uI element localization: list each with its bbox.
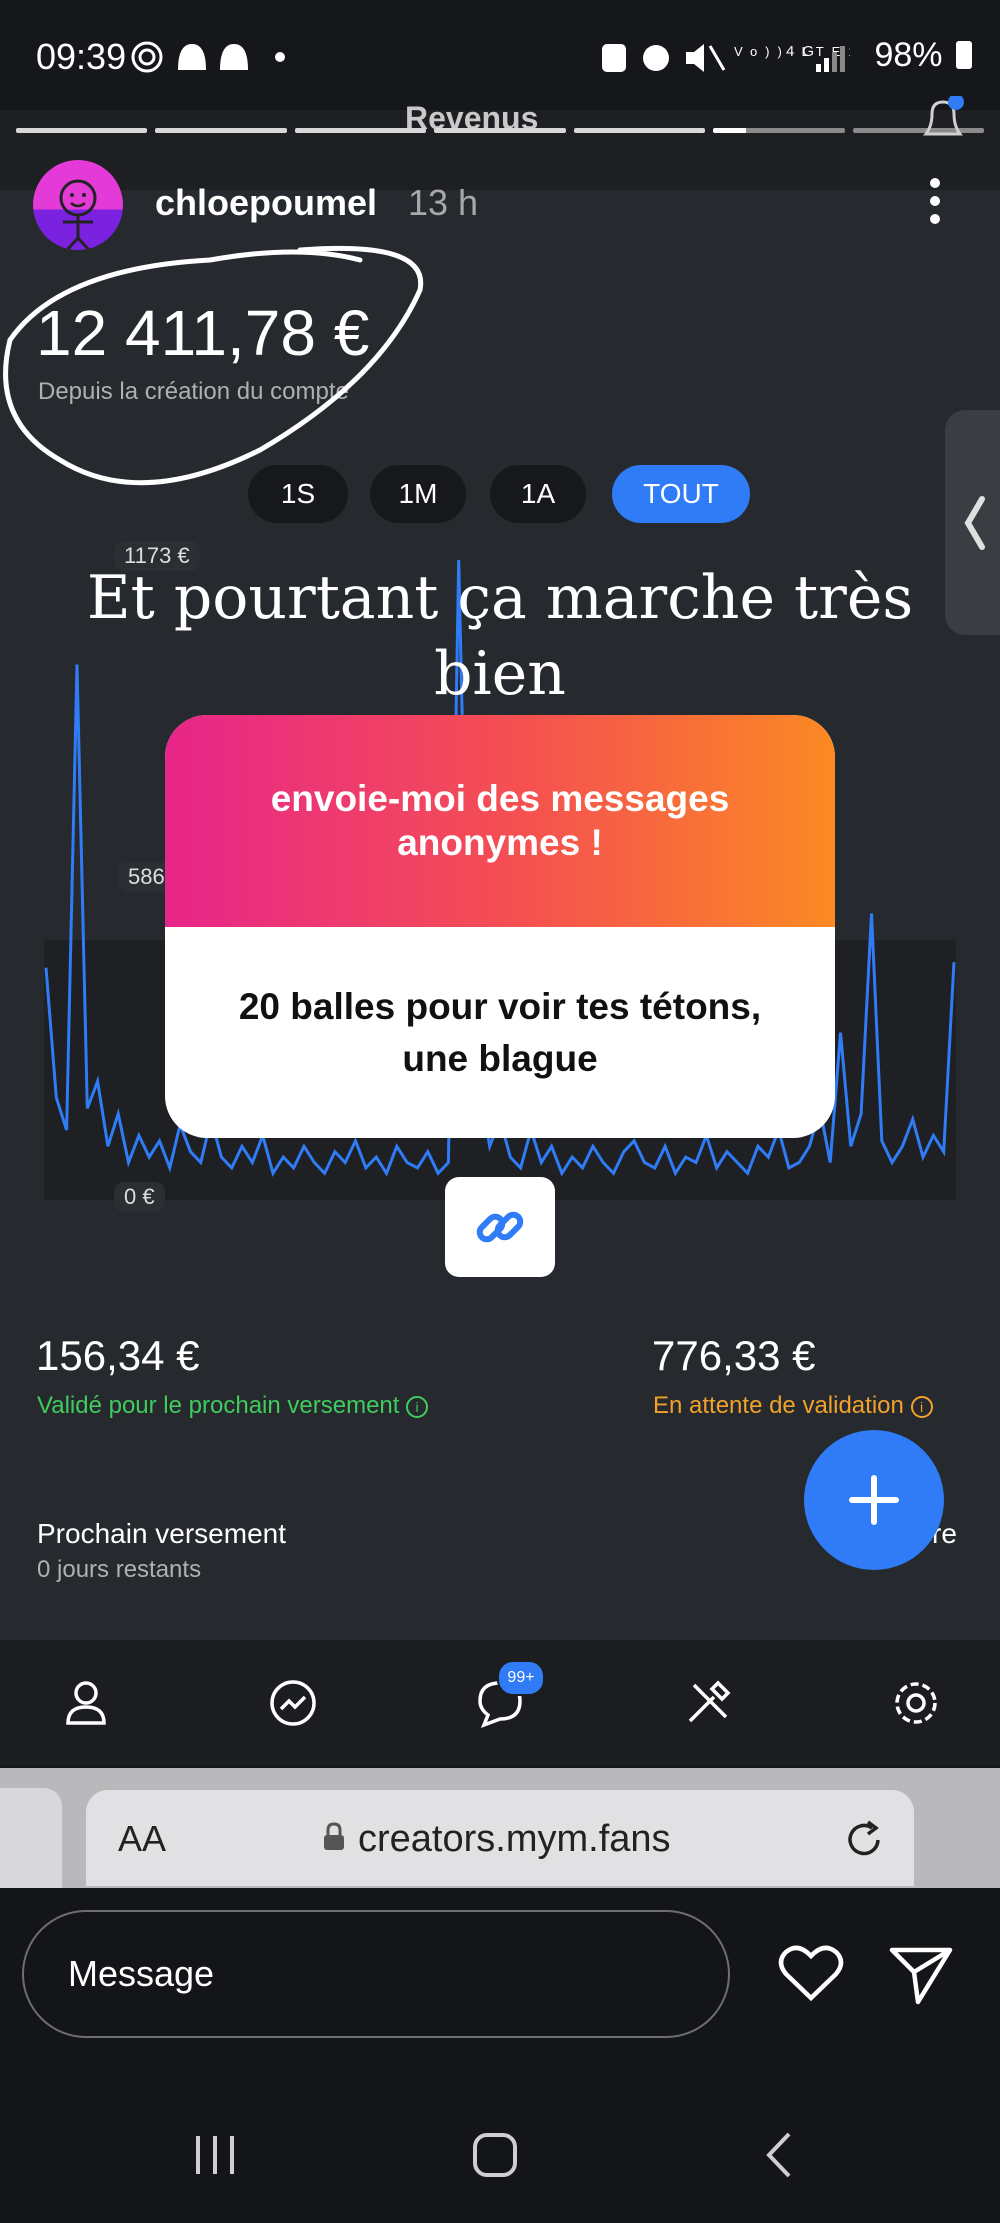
validated-amount: 156,34 € (36, 1332, 200, 1379)
add-button[interactable] (804, 1430, 944, 1570)
story-progress-segment (434, 128, 566, 133)
link-icon (476, 1211, 524, 1243)
lock-icon (324, 1822, 344, 1850)
battery-status: 98% (874, 36, 972, 75)
dot-icon (275, 52, 285, 62)
question-sticker[interactable]: envoie-moi des messages anonymes ! 20 ba… (165, 715, 835, 1138)
back-icon[interactable] (755, 2130, 805, 2180)
info-icon[interactable]: i (910, 1395, 933, 1418)
notification-icons-svg (131, 41, 285, 73)
battery-icon (956, 41, 972, 69)
fingerprint-icon (131, 41, 163, 73)
status-time: 09:39 (36, 36, 127, 77)
recent-apps-icon[interactable] (190, 2130, 240, 2180)
link-sticker[interactable] (445, 1177, 555, 1277)
browser-previous-tab[interactable] (0, 1788, 62, 1888)
story-progress-bar (16, 128, 984, 134)
system-status-icons: Vo)) LTE1 4G (600, 40, 856, 83)
stats-icon[interactable] (265, 1675, 321, 1731)
notification-icons (130, 40, 300, 82)
send-icon[interactable] (888, 1944, 954, 2006)
unread-badge: 99+ (497, 1660, 545, 1696)
range-1a-button[interactable]: 1A (490, 465, 586, 523)
snapchat-icon (178, 44, 206, 70)
story-progress-segment (573, 128, 706, 133)
range-1s-button[interactable]: 1S (248, 465, 348, 523)
pending-amount: 776,33 € (652, 1332, 816, 1379)
validated-caption: Validé pour le prochain versement i (37, 1392, 429, 1420)
story-progress-segment (294, 128, 427, 133)
network-4g-label: 4G (786, 43, 822, 60)
url-text: creators.mym.fans (358, 1818, 671, 1860)
story-username[interactable]: chloepoumel (155, 182, 377, 224)
pending-caption: En attente de validation i (653, 1392, 933, 1420)
story-overlay-text: Et pourtant ça marche très bien (86, 563, 914, 709)
settings-icon[interactable] (888, 1675, 944, 1731)
question-prompt: envoie-moi des messages anonymes ! (165, 715, 835, 927)
battery-saver-icon (602, 44, 626, 72)
tools-icon[interactable] (680, 1675, 736, 1731)
more-options-icon[interactable] (920, 176, 950, 226)
story-progress-segment (155, 128, 287, 133)
message-input[interactable] (22, 1910, 730, 2038)
reload-icon[interactable] (842, 1818, 886, 1862)
range-1m-button[interactable]: 1M (370, 465, 466, 523)
home-icon[interactable] (470, 2130, 520, 2180)
question-answer: 20 balles pour voir tes tétons, une blag… (238, 985, 762, 1079)
validated-caption-text: Validé pour le prochain versement (37, 1392, 400, 1419)
next-payout-subtitle: 0 jours restants (37, 1556, 202, 1583)
story-progress-segment-current (713, 128, 845, 133)
range-all-button[interactable]: TOUT (612, 465, 750, 523)
notification-bell-icon[interactable] (918, 94, 968, 145)
reader-options-button[interactable]: AA (118, 1818, 166, 1860)
heart-icon[interactable] (778, 1944, 844, 2004)
chevron-left-icon (964, 495, 985, 550)
mute-icon (686, 44, 704, 72)
pending-caption-text: En attente de validation (653, 1392, 904, 1419)
signal-icon (816, 64, 821, 72)
alarm-icon (643, 45, 669, 71)
info-icon[interactable]: i (406, 1395, 429, 1418)
plus-icon (849, 1475, 899, 1525)
y-tick-label-zero: 0 € (114, 1182, 165, 1212)
next-payout-title: Prochain versement (37, 1518, 287, 1549)
profile-icon[interactable] (58, 1675, 114, 1731)
story-time-ago: 13 h (408, 182, 479, 223)
story-progress-segment (16, 128, 148, 133)
battery-percent: 98% (874, 36, 943, 74)
snapchat-icon-2 (220, 44, 248, 70)
